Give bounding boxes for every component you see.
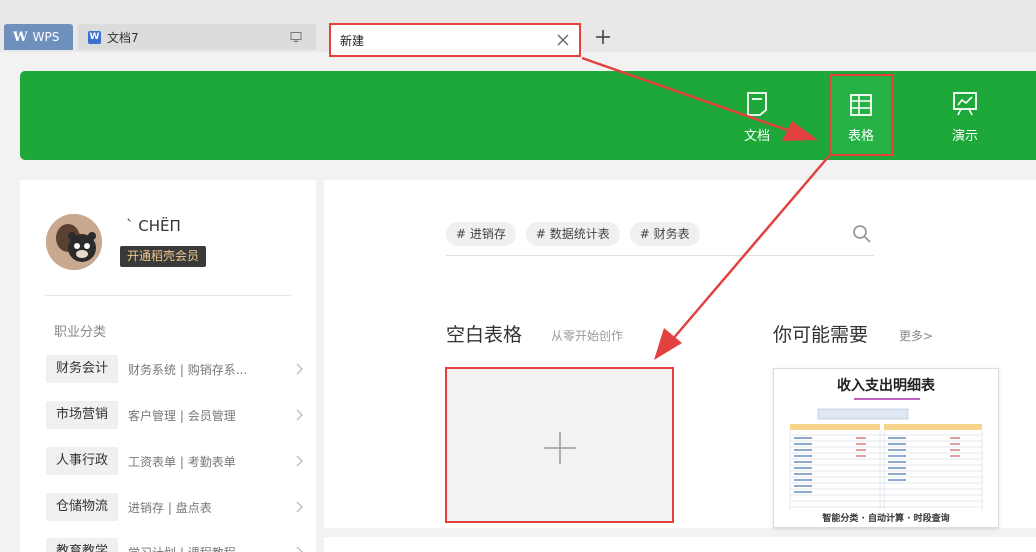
category-row-marketing[interactable]: 市场营销 客户管理 | 会员管理 [46, 401, 306, 429]
blank-spreadsheet-card[interactable] [445, 367, 674, 523]
new-spreadsheet-label: 表格 [847, 129, 874, 144]
tab-new-label: 新建 [340, 33, 365, 48]
category-name[interactable]: 仓储物流 [46, 493, 119, 521]
new-file-header: 文档 表格 演示 [20, 71, 1036, 160]
table-icon [850, 94, 872, 116]
chevron-right-icon [296, 501, 303, 513]
category-name[interactable]: 市场营销 [46, 401, 119, 429]
new-spreadsheet-button[interactable]: 表格 [829, 74, 893, 156]
chevron-right-icon [296, 546, 303, 552]
search-icon[interactable] [852, 224, 872, 244]
divider [45, 295, 291, 296]
chevron-right-icon [296, 363, 303, 375]
search-tags: # 进销存 # 数据统计表 # 财务表 [446, 222, 700, 246]
close-icon[interactable] [555, 32, 571, 48]
avatar[interactable] [46, 214, 102, 270]
main-panel-lower [324, 537, 1036, 552]
chevron-right-icon [296, 455, 303, 467]
category-name[interactable]: 教育教学 [46, 538, 119, 552]
search-tag[interactable]: # 数据统计表 [525, 222, 620, 246]
category-sub[interactable]: 财务系统 | 购销存系... [128, 361, 247, 378]
search-tag[interactable]: # 财务表 [629, 222, 700, 246]
word-doc-icon: W [88, 30, 101, 44]
tab-wps-home[interactable]: W WPS [4, 24, 73, 50]
recommended-title: 你可能需要 [773, 324, 869, 346]
template-title: 收入支出明细表 [837, 378, 935, 394]
new-presentation-label: 演示 [951, 129, 978, 144]
new-presentation-button[interactable]: 演示 [933, 71, 997, 160]
search-tag[interactable]: # 进销存 [446, 222, 516, 246]
category-name[interactable]: 财务会计 [46, 355, 119, 383]
monitor-icon[interactable] [290, 31, 302, 43]
category-row-finance[interactable]: 财务会计 财务系统 | 购销存系... [46, 355, 306, 383]
plus-icon [544, 432, 576, 464]
new-document-label: 文档 [743, 129, 770, 144]
category-title: 职业分类 [54, 325, 107, 340]
category-sub[interactable]: 进销存 | 盘点表 [128, 499, 212, 516]
chevron-right-icon [296, 409, 303, 421]
document-icon [747, 92, 767, 116]
template-card-income-expense[interactable]: 收入支出明细表 智能分类 · 自动计算 · 时段查询 [773, 368, 999, 528]
tab-new[interactable]: 新建 [329, 23, 581, 57]
tab-document-label: 文档7 [107, 30, 139, 45]
category-sub[interactable]: 工资表单 | 考勤表单 [128, 453, 236, 470]
category-sub[interactable]: 客户管理 | 会员管理 [128, 407, 236, 424]
open-membership-button[interactable]: 开通稻壳会员 [120, 246, 207, 267]
wps-new-window: W WPS W 文档7 新建 文档 表格 演示 ` СНЁП 开通稻壳会员 职业… [0, 0, 1036, 552]
left-panel: ` СНЁП 开通稻壳会员 职业分类 财务会计 财务系统 | 购销存系... 市… [20, 180, 316, 552]
blank-spreadsheet-title: 空白表格 [446, 324, 523, 346]
tab-bar: W WPS W 文档7 新建 [0, 0, 1036, 57]
tab-document[interactable]: W 文档7 [78, 24, 316, 50]
user-name: ` СНЁП [126, 217, 181, 235]
template-footer: 智能分类 · 自动计算 · 时段查询 [822, 514, 950, 524]
more-link[interactable]: 更多> [899, 327, 933, 344]
tab-wps-label: WPS [32, 30, 60, 44]
category-row-education[interactable]: 教育教学 学习计划 | 课程教程 [46, 538, 306, 552]
category-row-logistics[interactable]: 仓储物流 进销存 | 盘点表 [46, 493, 306, 521]
add-tab-icon[interactable] [594, 28, 612, 46]
main-panel: # 进销存 # 数据统计表 # 财务表 空白表格 从零开始创作 你可能需要 更多… [324, 180, 1036, 528]
category-sub[interactable]: 学习计划 | 课程教程 [128, 544, 236, 552]
search-input[interactable] [446, 255, 874, 256]
blank-spreadsheet-subtitle: 从零开始创作 [551, 329, 624, 343]
category-row-hr[interactable]: 人事行政 工资表单 | 考勤表单 [46, 447, 306, 475]
category-name[interactable]: 人事行政 [46, 447, 119, 475]
presentation-icon [953, 92, 977, 116]
wps-logo-icon: W [13, 29, 28, 45]
new-document-button[interactable]: 文档 [725, 71, 789, 160]
